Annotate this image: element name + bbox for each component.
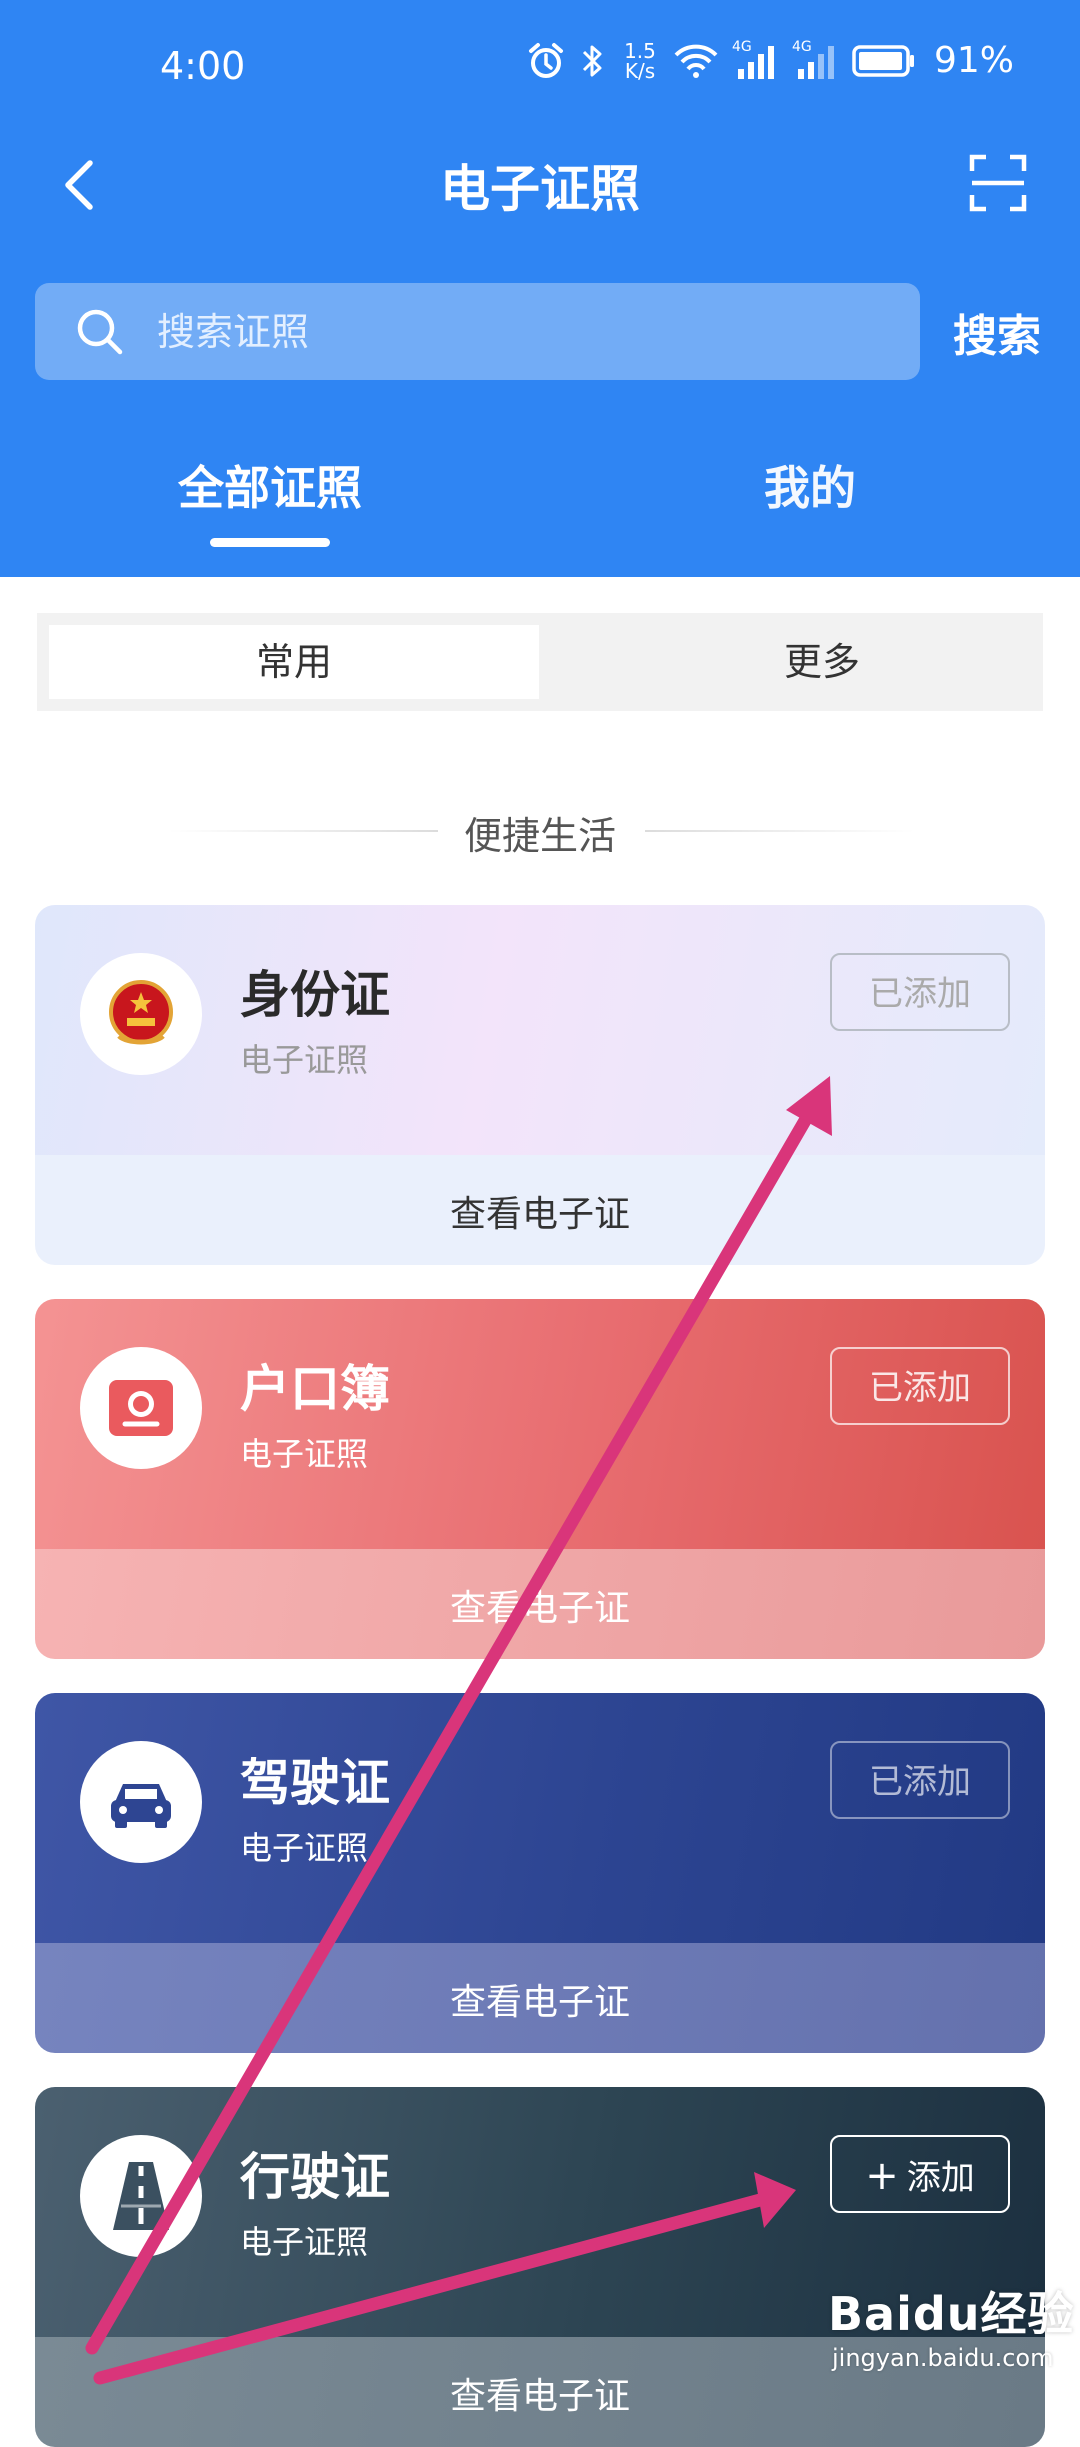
card-header: 户口簿 电子证照 已添加	[35, 1299, 1045, 1549]
view-certificate-label: 查看电子证	[449, 2376, 630, 2417]
nav-bar: 电子证照	[0, 135, 1080, 245]
view-certificate-label: 查看电子证	[449, 1982, 630, 2023]
bluetooth-icon	[582, 45, 602, 76]
net-speed-unit: K/s	[624, 58, 656, 83]
section-header: 便捷生活	[0, 800, 1080, 860]
tab-mine[interactable]: 我的	[764, 452, 856, 518]
battery-icon	[852, 44, 914, 77]
card-title: 户口簿	[240, 1360, 390, 1418]
added-status-button[interactable]: 已添加	[830, 1347, 1010, 1425]
segment-more[interactable]: 更多	[577, 625, 1067, 699]
net-speed: 1.5 K/s	[620, 41, 660, 81]
search-icon	[77, 309, 123, 355]
battery-percent: 91%	[933, 40, 1014, 81]
wifi-icon	[674, 44, 718, 78]
search-button[interactable]: 搜索	[953, 300, 1041, 364]
tab-bar: 全部证照 我的	[0, 440, 1080, 550]
card-header: 驾驶证 电子证照 已添加	[35, 1693, 1045, 1943]
card-title: 驾驶证	[240, 1754, 390, 1812]
scan-button[interactable]	[968, 153, 1028, 213]
add-button[interactable]: + 添加	[830, 2135, 1010, 2213]
scan-icon	[969, 154, 1027, 212]
card-subtitle: 电子证照	[240, 1041, 369, 1079]
tab-all-certificates[interactable]: 全部证照	[178, 452, 362, 518]
section-title: 便捷生活	[463, 814, 616, 858]
status-bar: 4:00 1.5 K/s 4G 4G 91%	[0, 0, 1080, 135]
view-certificate-bar[interactable]: 查看电子证	[35, 1155, 1045, 1265]
status-time: 4:00	[160, 44, 246, 88]
app-header: 4:00 1.5 K/s 4G 4G 91% 电子证照 搜索证照 搜索 全部证照…	[0, 0, 1080, 577]
card-vehicle-license[interactable]: 行驶证 电子证照 + 添加 查看电子证	[35, 2087, 1045, 2447]
card-id-card[interactable]: 身份证 电子证照 已添加 查看电子证	[35, 905, 1045, 1265]
view-certificate-bar[interactable]: 查看电子证	[35, 1943, 1045, 2053]
card-household-register[interactable]: 户口簿 电子证照 已添加 查看电子证	[35, 1299, 1045, 1659]
alarm-icon	[528, 42, 563, 78]
card-icon-wrap	[80, 1347, 202, 1469]
watermark: Baidu经验 jingyan.baidu.com	[828, 2278, 1075, 2372]
view-certificate-bar[interactable]: 查看电子证	[35, 1549, 1045, 1659]
card-driver-license[interactable]: 驾驶证 电子证照 已添加 查看电子证	[35, 1693, 1045, 2053]
net-speed-value: 1.5	[624, 38, 656, 63]
watermark-url: jingyan.baidu.com	[832, 2344, 1054, 2372]
segment-common[interactable]: 常用	[49, 625, 539, 699]
add-button-label: 添加	[906, 2158, 975, 2198]
net-type-2: 4G	[791, 38, 812, 55]
search-input[interactable]	[155, 303, 859, 361]
card-subtitle: 电子证照	[240, 2223, 369, 2261]
view-certificate-label: 查看电子证	[449, 1194, 630, 1235]
card-title: 身份证	[240, 966, 390, 1024]
household-register-icon	[109, 1380, 173, 1436]
plus-icon: +	[865, 2153, 899, 2199]
page-title: 电子证照	[440, 160, 640, 218]
card-header: 身份证 电子证照 已添加	[35, 905, 1045, 1155]
watermark-logo: Baidu经验	[828, 2287, 1075, 2341]
cellular-signal-1: 4G	[732, 39, 778, 79]
card-icon-wrap	[80, 1741, 202, 1863]
car-icon	[111, 1784, 171, 1828]
card-subtitle: 电子证照	[240, 1829, 369, 1867]
status-icons: 1.5 K/s 4G 4G 91%	[526, 39, 1014, 81]
segment-control: 常用 更多	[37, 613, 1043, 711]
active-tab-indicator	[210, 538, 330, 547]
card-subtitle: 电子证照	[240, 1435, 369, 1473]
card-icon-wrap	[80, 953, 202, 1075]
cellular-signal-2: 4G	[792, 39, 838, 79]
view-certificate-label: 查看电子证	[449, 1588, 630, 1629]
search-box[interactable]	[35, 283, 920, 380]
card-icon-wrap	[80, 2135, 202, 2257]
card-title: 行驶证	[240, 2148, 390, 2206]
road-icon	[113, 2162, 169, 2230]
net-type-1: 4G	[731, 38, 752, 55]
national-emblem-icon	[109, 980, 173, 1045]
added-status-button[interactable]: 已添加	[830, 953, 1010, 1031]
added-status-button[interactable]: 已添加	[830, 1741, 1010, 1819]
